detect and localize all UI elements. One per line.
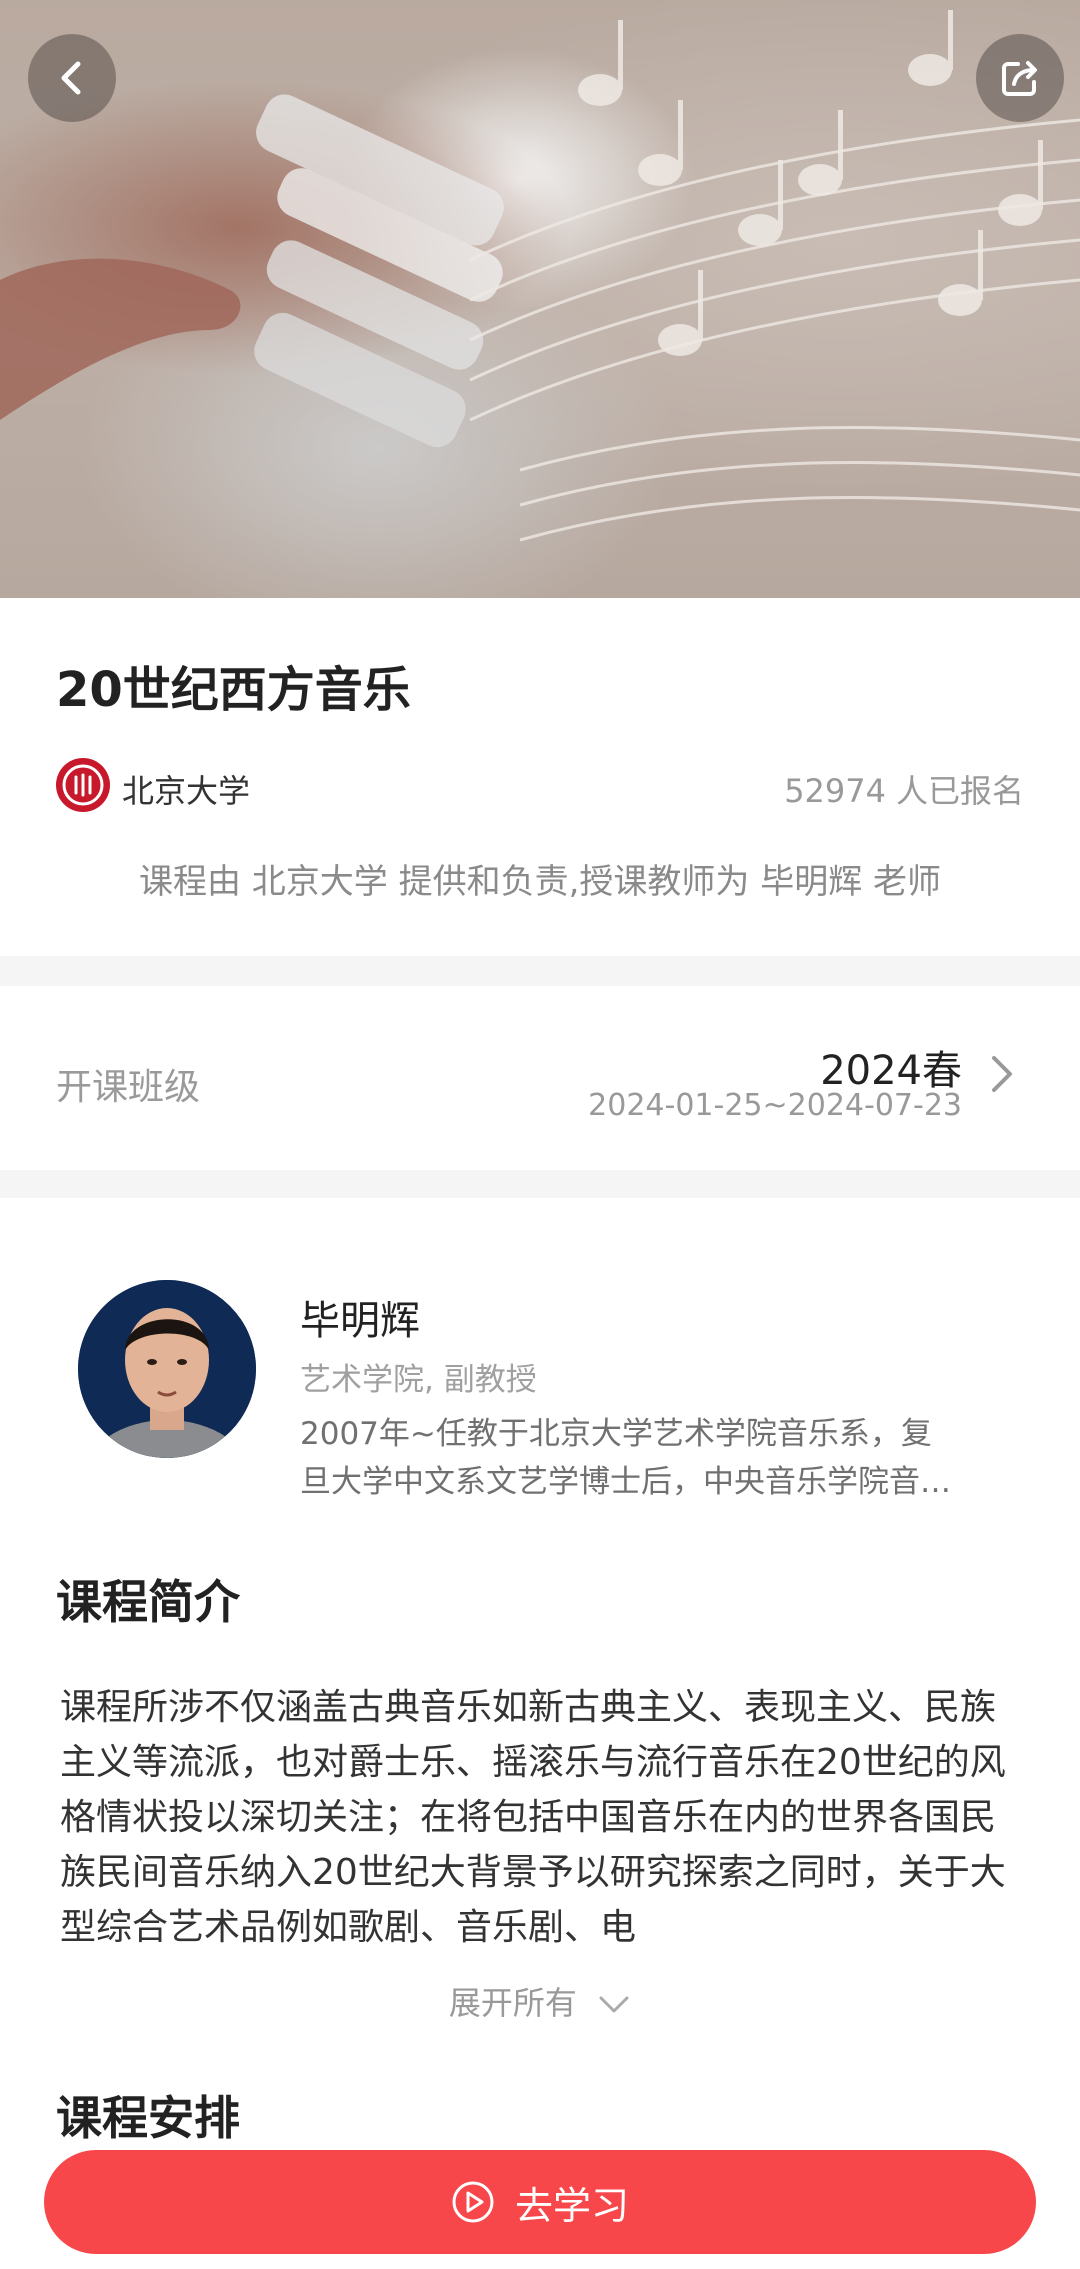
- go-study-button[interactable]: 去学习: [44, 2150, 1036, 2254]
- share-icon: [1002, 61, 1037, 96]
- university-name[interactable]: 北京大学: [122, 766, 250, 812]
- class-session-dates: 2024-01-25~2024-07-23: [588, 1088, 962, 1123]
- teacher-bio: 2007年~任教于北京大学艺术学院音乐系，复 旦大学中文系文艺学博士后，中央音乐…: [300, 1416, 970, 1500]
- class-session-label: 开课班级: [56, 1067, 201, 1108]
- teacher-title: 艺术学院, 副教授: [300, 1362, 537, 1398]
- play-circle-icon: [452, 2181, 494, 2223]
- teacher-name: 毕明辉: [300, 1298, 420, 1344]
- section-divider: [0, 1170, 1080, 1198]
- university-row: 北京大学 52974 人已报名: [56, 758, 1024, 814]
- expand-all-label: 展开所有: [448, 1984, 577, 2022]
- bottom-action-bar: 去学习: [0, 2140, 1080, 2269]
- intro-heading: 课程简介: [56, 1575, 240, 1629]
- intro-text: 课程所涉不仅涵盖古典音乐如新古典主义、表现主义、民族主义等流派，也对爵士乐、摇滚…: [60, 1687, 1006, 1948]
- section-divider: [0, 956, 1080, 986]
- expand-all-button[interactable]: 展开所有: [0, 1978, 1080, 2024]
- course-provider-note: 课程由 北京大学 提供和负责,授课教师为 毕明辉 老师: [138, 862, 942, 902]
- chevron-down-icon: [599, 1996, 629, 2013]
- university-logo-icon: [56, 758, 110, 812]
- enrollment-count: 52974 人已报名: [784, 772, 1024, 810]
- teacher-avatar[interactable]: [78, 1280, 256, 1458]
- course-cover-image: [0, 0, 1080, 598]
- chevron-right-icon: [992, 1056, 1012, 1092]
- back-button[interactable]: [28, 34, 116, 122]
- share-button[interactable]: [976, 34, 1064, 122]
- course-title: 20世纪西方音乐: [56, 662, 411, 718]
- class-session-row[interactable]: 开课班级 2024春 2024-01-25~2024-07-23: [0, 986, 1080, 1170]
- go-study-label: 去学习: [514, 2183, 629, 2228]
- music-notes-decoration: [0, 10, 1080, 542]
- chevron-left-icon: [61, 61, 81, 95]
- schedule-heading: 课程安排: [56, 2091, 240, 2145]
